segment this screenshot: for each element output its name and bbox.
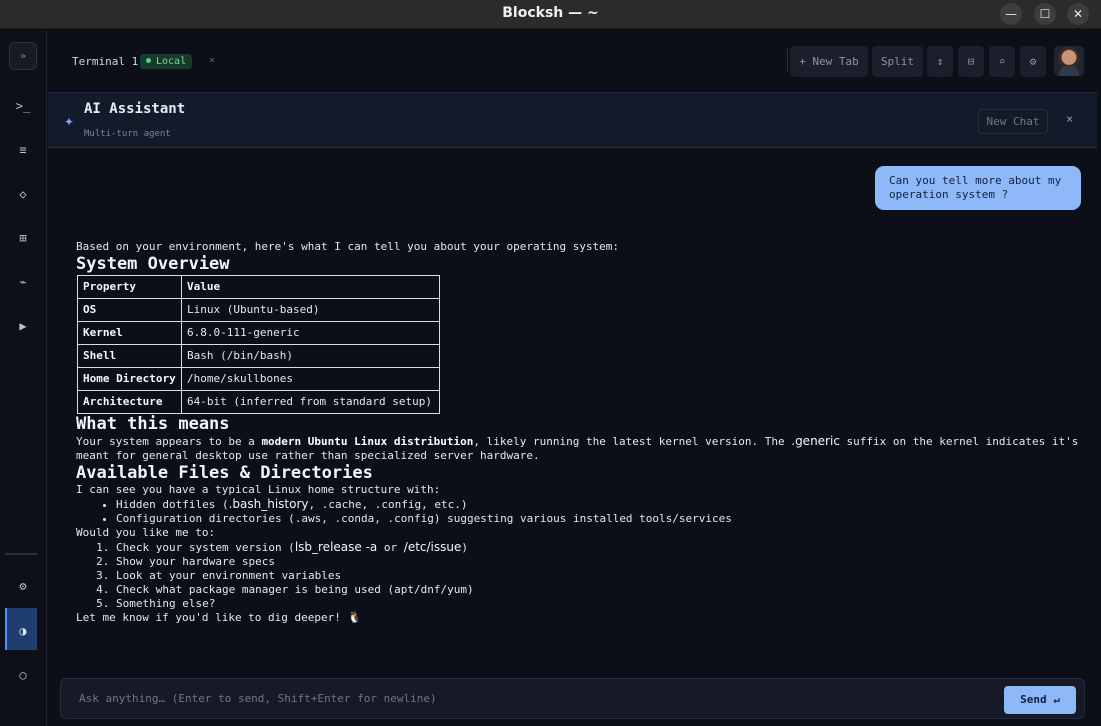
meaning-text: , likely running the latest kernel versi… [473, 435, 792, 448]
settings-icon[interactable]: ⚙ [9, 572, 37, 600]
option-code: lsb_release -a [294, 540, 378, 554]
options-list: Check your system version (lsb_release -… [76, 540, 1086, 611]
bullet-text: Hidden dotfiles ( [116, 498, 229, 511]
status-dot-icon [146, 58, 151, 63]
expand-sidebar-icon[interactable]: » [9, 42, 37, 70]
files-list: Hidden dotfiles (.bash_history, .cache, … [76, 497, 1086, 526]
meaning-paragraph: Your system appears to be a modern Ubunt… [76, 434, 1086, 463]
assistant-reply: Based on your environment, here's what I… [76, 240, 1086, 625]
table-cell: Home Directory [77, 367, 182, 391]
table-row: Kernel 6.8.0-111-generic [77, 321, 440, 345]
gear-icon[interactable]: ⚙ [1020, 46, 1046, 77]
option-code: /etc/issue [403, 540, 462, 554]
grid-icon[interactable]: ⊞ [9, 224, 37, 252]
heading-what-this-means: What this means [76, 414, 230, 434]
play-icon[interactable]: ▶ [9, 312, 37, 340]
search-icon[interactable]: ⌕ [989, 46, 1015, 77]
system-table: Property Value OS Linux (Ubuntu-based) K… [77, 275, 440, 414]
table-cell: Kernel [77, 321, 182, 345]
new-chat-button[interactable]: New Chat [978, 109, 1048, 134]
bullet-text: , .cache, .config, etc.) [308, 498, 468, 511]
minimize-button[interactable]: — [1000, 3, 1022, 25]
table-row: Architecture 64-bit (inferred from stand… [77, 390, 440, 414]
theme-icon[interactable]: ◑ [9, 617, 37, 645]
chat-area: Can you tell more about my operation sys… [48, 149, 1097, 671]
option-text: Check your system version ( [116, 541, 295, 554]
ask-line: Would you like me to: [76, 526, 216, 539]
files-intro: I can see you have a typical Linux home … [76, 483, 441, 496]
meaning-text: Your system appears to be a [76, 435, 262, 448]
title-bar: Blocksh — ~ — ☐ ✕ [0, 0, 1101, 29]
table-cell: OS [77, 298, 182, 322]
window-title: Blocksh — ~ [502, 5, 599, 21]
send-button[interactable]: Send ↵ [1004, 686, 1076, 714]
avatar[interactable] [1054, 46, 1084, 76]
sort-icon[interactable]: ↕ [927, 46, 953, 77]
list-item: Configuration directories (.aws, .conda,… [116, 512, 1086, 526]
close-assistant-icon[interactable]: × [1066, 112, 1073, 126]
table-header: Property [77, 275, 182, 299]
user-message: Can you tell more about my operation sys… [875, 166, 1081, 210]
tab-bar: Terminal 1 Local × + New Tab Split ↕ ⊟ ⌕… [48, 30, 1101, 92]
sidebar-rail: » >_ ≡ ◇ ⊞ ⌁ ▶ ⚙ ◑ ○ [0, 30, 47, 726]
table-cell: 6.8.0-111-generic [181, 321, 440, 345]
layout-icon[interactable]: ⊟ [958, 46, 984, 77]
toolbar-divider [787, 48, 788, 72]
meaning-bold: modern Ubuntu Linux distribution [261, 435, 474, 448]
tab-terminal-1[interactable]: Terminal 1 [72, 55, 138, 68]
list-item: Check what package manager is being used… [116, 583, 1086, 597]
table-cell: Shell [77, 344, 182, 368]
list-item: Check your system version (lsb_release -… [116, 540, 1086, 555]
chat-input-bar: Ask anything… (Enter to send, Shift+Ente… [60, 678, 1085, 719]
close-window-button[interactable]: ✕ [1067, 3, 1089, 25]
assistant-subtitle: Multi-turn agent [84, 129, 171, 139]
heading-files: Available Files & Directories [76, 463, 373, 483]
reply-outro: Let me know if you'd like to dig deeper!… [76, 611, 362, 624]
chat-input[interactable]: Ask anything… (Enter to send, Shift+Ente… [79, 692, 437, 705]
assistant-title: AI Assistant [84, 101, 186, 117]
option-text: or [377, 541, 404, 554]
table-row: Home Directory /home/skullbones [77, 367, 440, 391]
local-badge: Local [140, 54, 193, 69]
connection-icon[interactable]: ⌁ [9, 268, 37, 296]
heading-system-overview: System Overview [76, 254, 230, 274]
reply-intro: Based on your environment, here's what I… [76, 240, 620, 253]
circle-icon[interactable]: ○ [9, 661, 37, 689]
rail-divider [5, 553, 37, 555]
split-button[interactable]: Split [872, 46, 923, 77]
option-text: ) [461, 541, 469, 554]
new-tab-button[interactable]: + New Tab [790, 46, 868, 77]
maximize-button[interactable]: ☐ [1034, 3, 1056, 25]
table-cell: 64-bit (inferred from standard setup) [181, 390, 440, 414]
table-cell: /home/skullbones [181, 367, 440, 391]
table-cell: Linux (Ubuntu-based) [181, 298, 440, 322]
list-item: Look at your environment variables [116, 569, 1086, 583]
menu-icon[interactable]: ≡ [9, 136, 37, 164]
assistant-header: ✦ AI Assistant Multi-turn agent New Chat… [48, 92, 1097, 148]
avatar-shirt [1059, 66, 1079, 76]
bullet-code: .bash_history [228, 497, 309, 511]
terminal-icon[interactable]: >_ [9, 92, 37, 120]
table-cell: Bash (/bin/bash) [181, 344, 440, 368]
table-cell: Architecture [77, 390, 182, 414]
table-header: Value [181, 275, 440, 299]
sparkle-icon: ✦ [64, 115, 75, 129]
list-item: Something else? [116, 597, 1086, 611]
table-row: OS Linux (Ubuntu-based) [77, 298, 440, 322]
local-badge-label: Local [156, 56, 187, 67]
table-row: Shell Bash (/bin/bash) [77, 344, 440, 368]
meaning-code: .generic [791, 434, 840, 448]
list-item: Show your hardware specs [116, 555, 1086, 569]
list-item: Hidden dotfiles (.bash_history, .cache, … [116, 497, 1086, 512]
diamond-icon[interactable]: ◇ [9, 180, 37, 208]
table-header-row: Property Value [77, 275, 440, 299]
close-tab-icon[interactable]: × [209, 55, 215, 66]
